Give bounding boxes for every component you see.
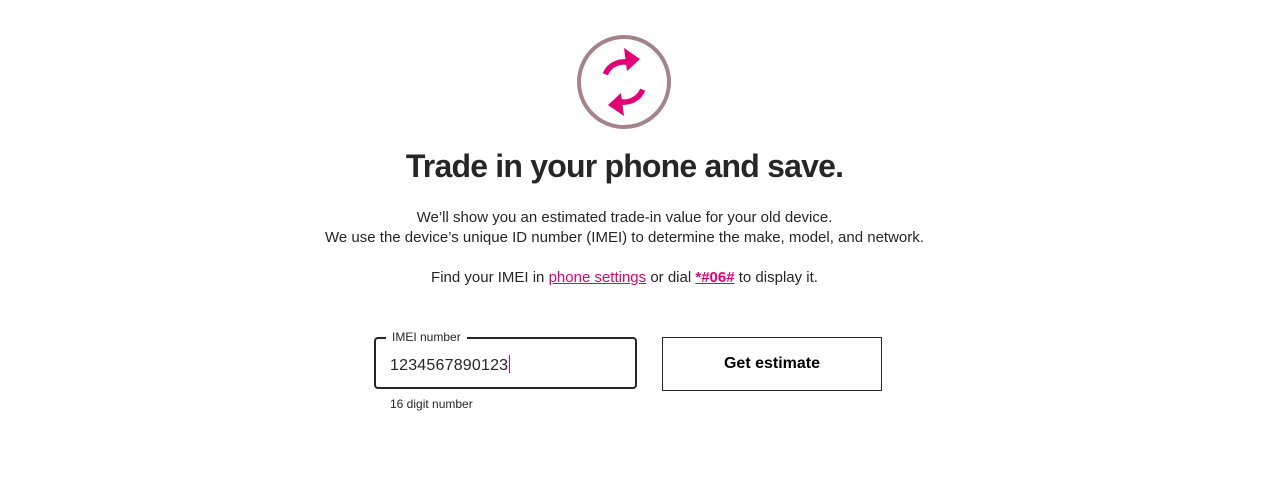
imei-helper-text: 16 digit number bbox=[390, 397, 473, 411]
text-caret bbox=[509, 355, 511, 373]
find-imei-suffix: to display it. bbox=[738, 269, 818, 286]
trade-in-page: Trade in your phone and save. We’ll show… bbox=[0, 0, 1281, 490]
imei-input-value: 1234567890123 bbox=[390, 357, 509, 374]
imei-field-label: IMEI number bbox=[386, 330, 467, 344]
imei-input[interactable]: 1234567890123 bbox=[390, 355, 511, 376]
refresh-icon bbox=[577, 35, 671, 129]
dial-text: or dial bbox=[650, 269, 692, 286]
description-line-2: We use the device’s unique ID number (IM… bbox=[325, 229, 924, 246]
get-estimate-button[interactable]: Get estimate bbox=[662, 337, 882, 391]
description-line-1: We’ll show you an estimated trade-in val… bbox=[416, 209, 833, 226]
imei-field[interactable]: IMEI number 1234567890123 bbox=[374, 330, 637, 389]
imei-instructions: Find your IMEI in phone settings or dial… bbox=[0, 268, 1249, 288]
phone-settings-link[interactable]: phone settings bbox=[549, 269, 647, 286]
dial-code-link[interactable]: *#06# bbox=[695, 269, 734, 286]
find-imei-prefix: Find your IMEI in bbox=[431, 269, 545, 286]
page-title: Trade in your phone and save. bbox=[405, 148, 844, 184]
